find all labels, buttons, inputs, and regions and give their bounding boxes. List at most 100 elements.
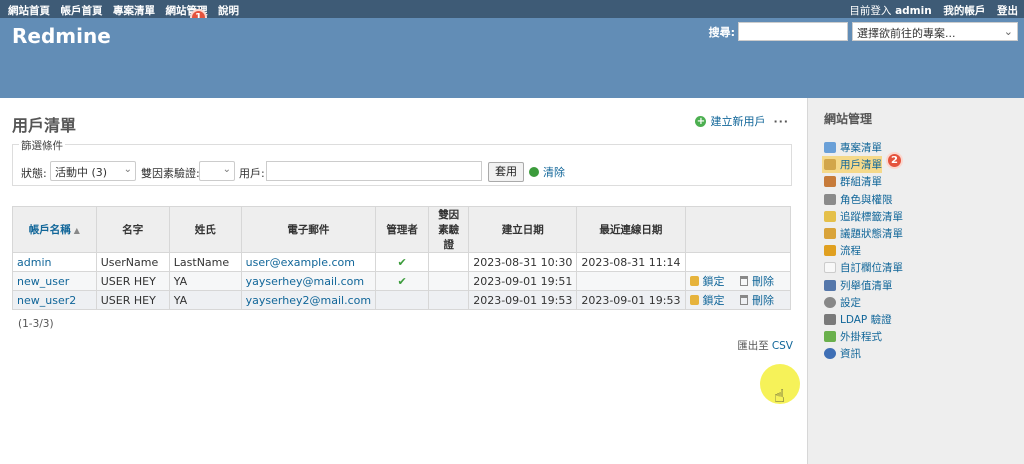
sidebar-item-label: 列舉值清單	[840, 279, 893, 292]
user-login-link[interactable]: new_user	[17, 275, 69, 288]
col-login-label[interactable]: 帳戶名稱	[29, 224, 71, 236]
quick-search: 搜尋: 選擇欲前往的專案... ⌄	[709, 22, 1018, 41]
twofa-select[interactable]: ⌄	[199, 161, 235, 181]
add-icon: +	[695, 115, 707, 127]
user-icon	[824, 159, 836, 171]
sidebar-item-ldap[interactable]: LDAP 驗證	[824, 311, 1008, 328]
user-twofa	[428, 252, 470, 272]
delete-label[interactable]: 刪除	[752, 273, 774, 289]
user-email-link[interactable]: yayserhey2@mail.com	[246, 294, 371, 307]
step-marker-2: 2	[886, 152, 903, 169]
col-actions	[684, 206, 791, 253]
twofa-label: 雙因素驗證:	[141, 167, 200, 180]
sidebar-item-roles[interactable]: 角色與權限	[824, 191, 1008, 208]
lock-icon	[689, 276, 699, 286]
status-value: 活動中 (3)	[55, 166, 108, 179]
trackers-icon	[824, 210, 836, 222]
issue-status-icon	[824, 228, 836, 240]
group-icon	[824, 176, 836, 188]
clear-link[interactable]: 清除	[529, 164, 565, 180]
user-filter-input[interactable]	[266, 161, 482, 181]
lock-button[interactable]: 鎖定	[689, 273, 725, 289]
apply-button[interactable]: 套用	[488, 162, 524, 182]
col-admin[interactable]: 管理者	[375, 206, 430, 253]
lock-label[interactable]: 鎖定	[703, 292, 725, 308]
search-input[interactable]	[738, 22, 848, 41]
page-title: 用戶清單	[12, 116, 77, 135]
col-firstname[interactable]: 名字	[95, 206, 170, 253]
sidebar-item-groups[interactable]: 群組清單	[824, 173, 1008, 190]
filters-legend[interactable]: 篩選條件	[19, 138, 65, 153]
user-last-login: 2023-08-31 11:14	[576, 252, 686, 272]
sidebar-item-info[interactable]: 資訊	[824, 345, 1008, 362]
logout-link[interactable]: 登出	[997, 5, 1018, 17]
sidebar-item-plugins[interactable]: 外掛程式	[824, 328, 1008, 345]
sidebar-item-label: 追蹤標籤清單	[840, 210, 903, 223]
col-last-login[interactable]: 最近連線日期	[576, 206, 686, 253]
col-email[interactable]: 電子郵件	[240, 206, 377, 253]
user-actions: 鎖定 刪除	[684, 290, 791, 310]
sidebar-item-users[interactable]: 用戶清單	[822, 156, 882, 174]
user-email-link[interactable]: user@example.com	[246, 256, 355, 269]
user-login-link[interactable]: admin	[17, 256, 51, 269]
user-login-link[interactable]: new_user2	[17, 294, 76, 307]
lock-button[interactable]: 鎖定	[689, 292, 725, 308]
clear-label[interactable]: 清除	[543, 164, 565, 180]
menu-home[interactable]: 網站首頁	[8, 5, 50, 17]
content: 用戶清單 + 建立新用戶 ··· 篩選條件 狀態: 活動中 (3) ⌄ 雙因素驗…	[0, 98, 808, 464]
sidebar-item-trackers[interactable]: 追蹤標籤清單	[824, 208, 1008, 225]
lock-label[interactable]: 鎖定	[703, 273, 725, 289]
sidebar-item-enumerations[interactable]: 列舉值清單	[824, 277, 1008, 294]
logged-in-user[interactable]: admin	[895, 5, 932, 17]
project-jump-label: 選擇欲前往的專案...	[857, 27, 956, 40]
menu-projects[interactable]: 專案清單	[113, 5, 155, 17]
col-login[interactable]: 帳戶名稱 ▲	[12, 206, 97, 253]
sidebar-item-issue-statuses[interactable]: 議題狀態清單	[824, 225, 1008, 242]
main: 用戶清單 + 建立新用戶 ··· 篩選條件 狀態: 活動中 (3) ⌄ 雙因素驗…	[0, 98, 1024, 464]
status-select[interactable]: 活動中 (3) ⌄	[50, 161, 136, 181]
delete-label[interactable]: 刪除	[752, 292, 774, 308]
new-user-link[interactable]: 建立新用戶	[710, 113, 765, 129]
sidebar-item-label: 流程	[840, 245, 861, 258]
workflow-icon	[824, 245, 836, 257]
user-created: 2023-09-01 19:53	[468, 290, 578, 310]
top-menu: 網站首頁 帳戶首頁 專案清單 網站管理 說明 目前登入 admin 我的帳戶 登…	[0, 0, 1024, 18]
admin-check-icon: ✔	[375, 252, 430, 272]
user-twofa	[428, 290, 470, 310]
sidebar-item-workflow[interactable]: 流程	[824, 242, 1008, 259]
user-firstname: USER HEY	[95, 271, 170, 291]
more-icon[interactable]: ···	[773, 115, 789, 128]
col-lastname[interactable]: 姓氏	[168, 206, 242, 253]
col-twofa[interactable]: 雙因素驗證	[428, 206, 470, 253]
csv-link[interactable]: CSV	[772, 340, 793, 352]
table-row: new_user2 USER HEY YA yayserhey2@mail.co…	[12, 290, 791, 310]
plugin-icon	[824, 331, 836, 343]
sidebar-item-label: 專案清單	[840, 142, 882, 155]
list-icon	[824, 279, 836, 291]
delete-button[interactable]: 刪除	[740, 273, 774, 289]
sidebar-item-label: 自訂欄位清單	[840, 262, 903, 275]
reload-icon	[529, 167, 539, 177]
header: Redmine 搜尋: 選擇欲前往的專案... ⌄	[0, 18, 1024, 98]
trash-icon	[740, 276, 748, 286]
search-label: 搜尋:	[708, 25, 735, 39]
col-created[interactable]: 建立日期	[468, 206, 578, 253]
user-created: 2023-08-31 10:30	[468, 252, 578, 272]
user-actions	[684, 252, 791, 272]
user-email-link[interactable]: yayserhey@mail.com	[246, 275, 364, 288]
hand-cursor-icon: ☝	[774, 386, 785, 407]
app-title[interactable]: Redmine	[12, 24, 111, 48]
user-twofa	[428, 271, 470, 291]
user-last-login: 2023-09-01 19:53	[576, 290, 686, 310]
sidebar-item-settings[interactable]: 設定	[824, 294, 1008, 311]
menu-help[interactable]: 說明	[218, 5, 239, 17]
sidebar-item-projects[interactable]: 專案清單	[824, 139, 1008, 156]
menu-my-page[interactable]: 帳戶首頁	[61, 5, 103, 17]
custom-fields-icon	[824, 262, 836, 274]
logged-in-label: 目前登入 admin	[849, 5, 931, 17]
my-account-link[interactable]: 我的帳戶	[943, 5, 985, 17]
user-actions: 鎖定 刪除	[684, 271, 791, 291]
project-jump-select[interactable]: 選擇欲前往的專案... ⌄	[852, 22, 1018, 41]
delete-button[interactable]: 刪除	[740, 292, 774, 308]
sidebar-item-custom-fields[interactable]: 自訂欄位清單	[824, 259, 1008, 276]
